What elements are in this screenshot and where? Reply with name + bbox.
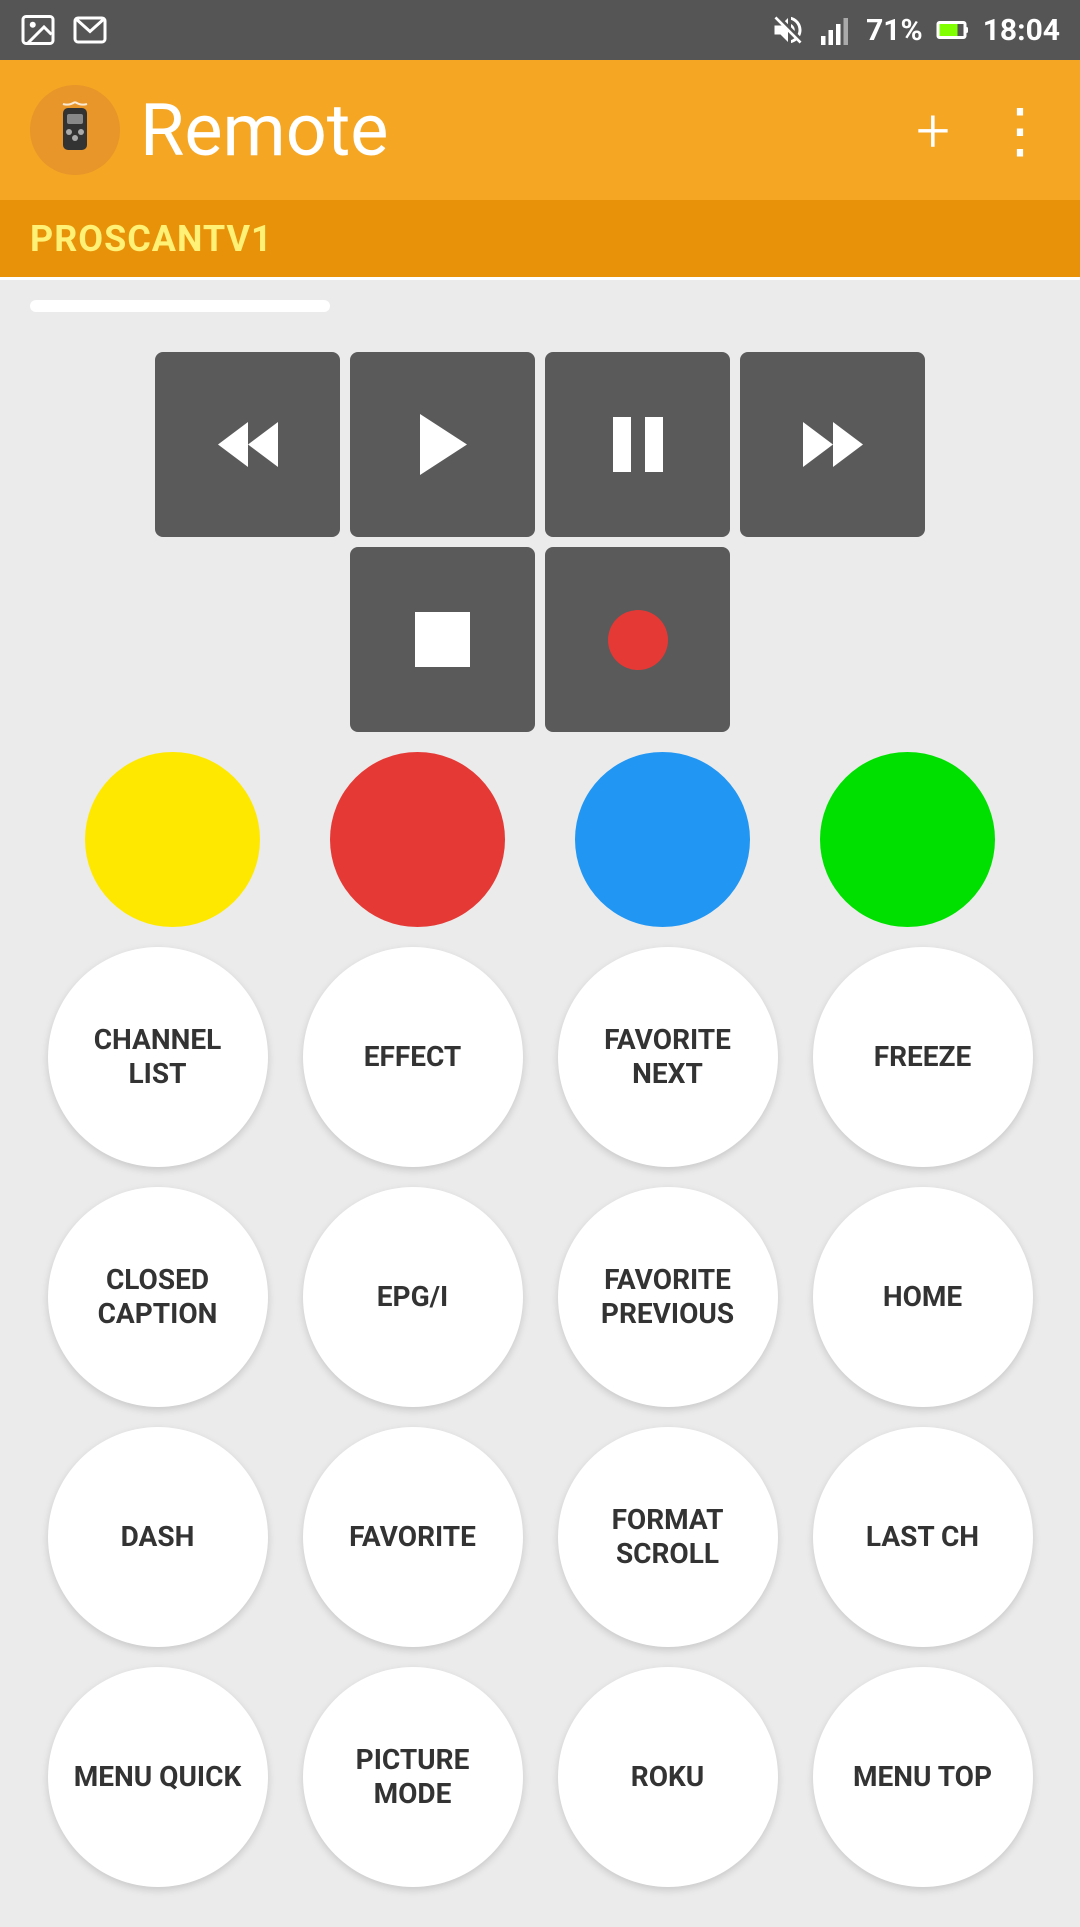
closed-caption-button[interactable]: CLOSED CAPTION: [48, 1187, 268, 1407]
scroll-indicator: [30, 300, 330, 312]
transport-row-1: [30, 352, 1050, 537]
mute-icon: [770, 12, 806, 48]
status-left-icons: [20, 12, 108, 48]
add-button[interactable]: +: [916, 95, 950, 166]
remote-icon: [45, 100, 105, 160]
dash-button[interactable]: DASH: [48, 1427, 268, 1647]
channel-list-button[interactable]: CHANNEL LIST: [48, 947, 268, 1167]
record-icon: [598, 600, 678, 680]
app-bar-left: Remote: [30, 85, 388, 175]
last-ch-button[interactable]: LAST CH: [813, 1427, 1033, 1647]
stop-button[interactable]: [350, 547, 535, 732]
stop-icon: [405, 602, 480, 677]
favorite-next-button[interactable]: FAVORITE NEXT: [558, 947, 778, 1167]
pause-icon: [608, 412, 668, 477]
remote-buttons-grid: CHANNEL LIST EFFECT FAVORITE NEXT FREEZE…: [30, 947, 1050, 1887]
fast-forward-icon: [798, 417, 868, 472]
green-button[interactable]: [820, 752, 995, 927]
app-bar-right: + ⋮: [916, 95, 1050, 166]
menu-button[interactable]: ⋮: [990, 95, 1050, 166]
red-button[interactable]: [330, 752, 505, 927]
blue-button[interactable]: [575, 752, 750, 927]
effect-button[interactable]: EFFECT: [303, 947, 523, 1167]
transport-row-2: [30, 547, 1050, 732]
mail-icon: [72, 12, 108, 48]
play-button[interactable]: [350, 352, 535, 537]
tab-bar: PROSCANTV1: [0, 200, 1080, 280]
favorite-button[interactable]: FAVORITE: [303, 1427, 523, 1647]
status-right-icons: 71% 18:04: [770, 12, 1060, 48]
main-content: CHANNEL LIST EFFECT FAVORITE NEXT FREEZE…: [0, 312, 1080, 1927]
rewind-button[interactable]: [155, 352, 340, 537]
app-title: Remote: [140, 88, 388, 173]
roku-button[interactable]: ROKU: [558, 1667, 778, 1887]
home-button[interactable]: HOME: [813, 1187, 1033, 1407]
menu-top-button[interactable]: MENU TOP: [813, 1667, 1033, 1887]
fast-forward-button[interactable]: [740, 352, 925, 537]
battery-icon: [935, 12, 971, 48]
menu-quick-button[interactable]: MENU QUICK: [48, 1667, 268, 1887]
favorite-previous-button[interactable]: FAVORITE PREVIOUS: [558, 1187, 778, 1407]
app-icon: [30, 85, 120, 175]
battery-percentage: 71%: [866, 13, 923, 48]
pause-button[interactable]: [545, 352, 730, 537]
rewind-icon: [213, 417, 283, 472]
yellow-button[interactable]: [85, 752, 260, 927]
signal-icon: [818, 12, 854, 48]
status-bar: 71% 18:04: [0, 0, 1080, 60]
status-time: 18:04: [983, 13, 1060, 48]
color-buttons-row: [30, 752, 1050, 927]
play-icon: [415, 412, 470, 477]
picture-mode-button[interactable]: PICTURE MODE: [303, 1667, 523, 1887]
format-scroll-button[interactable]: FORMAT SCROLL: [558, 1427, 778, 1647]
app-bar: Remote + ⋮: [0, 60, 1080, 200]
epg-button[interactable]: EPG/I: [303, 1187, 523, 1407]
tab-label[interactable]: PROSCANTV1: [30, 218, 273, 260]
record-button[interactable]: [545, 547, 730, 732]
freeze-button[interactable]: FREEZE: [813, 947, 1033, 1167]
gallery-icon: [20, 12, 56, 48]
